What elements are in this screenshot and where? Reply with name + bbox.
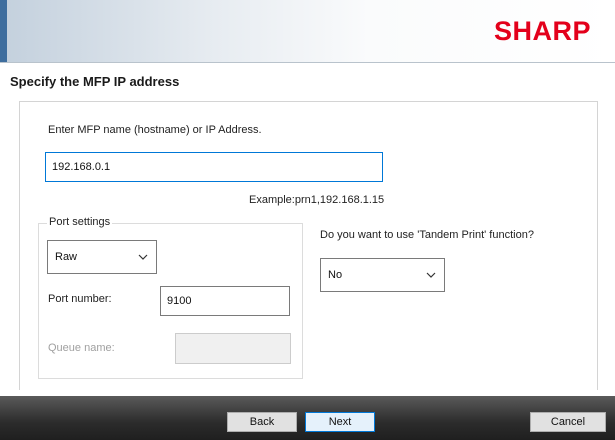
port-number-label: Port number: [48, 293, 112, 305]
tandem-print-question: Do you want to use 'Tandem Print' functi… [320, 229, 534, 241]
chevron-down-icon [426, 272, 436, 278]
sharp-logo: SHARP [493, 16, 591, 46]
hostname-input-value: 192.168.0.1 [52, 161, 111, 173]
port-type-value: Raw [55, 251, 78, 263]
port-number-value: 9100 [167, 295, 192, 307]
cancel-button[interactable]: Cancel [530, 412, 606, 432]
hostname-label: Enter MFP name (hostname) or IP Address. [48, 124, 262, 136]
hostname-example: Example:prn1,192.168.1.15 [249, 194, 385, 206]
port-type-select[interactable]: Raw [47, 240, 157, 274]
back-button[interactable]: Back [227, 412, 297, 432]
footer-bar: Back Next Cancel [0, 396, 615, 440]
port-settings-legend: Port settings [47, 216, 113, 228]
page-title: Specify the MFP IP address [10, 74, 180, 89]
chevron-down-icon [138, 254, 148, 260]
tandem-print-value: No [328, 269, 343, 281]
hostname-input[interactable]: 192.168.0.1 [45, 152, 383, 182]
next-button[interactable]: Next [305, 412, 375, 432]
header-accent-bar [0, 0, 7, 62]
queue-name-label: Queue name: [48, 342, 115, 354]
queue-name-input[interactable] [175, 333, 291, 364]
header-banner: SHARP [0, 0, 615, 63]
port-number-input[interactable]: 9100 [160, 286, 290, 316]
tandem-print-select[interactable]: No [320, 258, 445, 292]
